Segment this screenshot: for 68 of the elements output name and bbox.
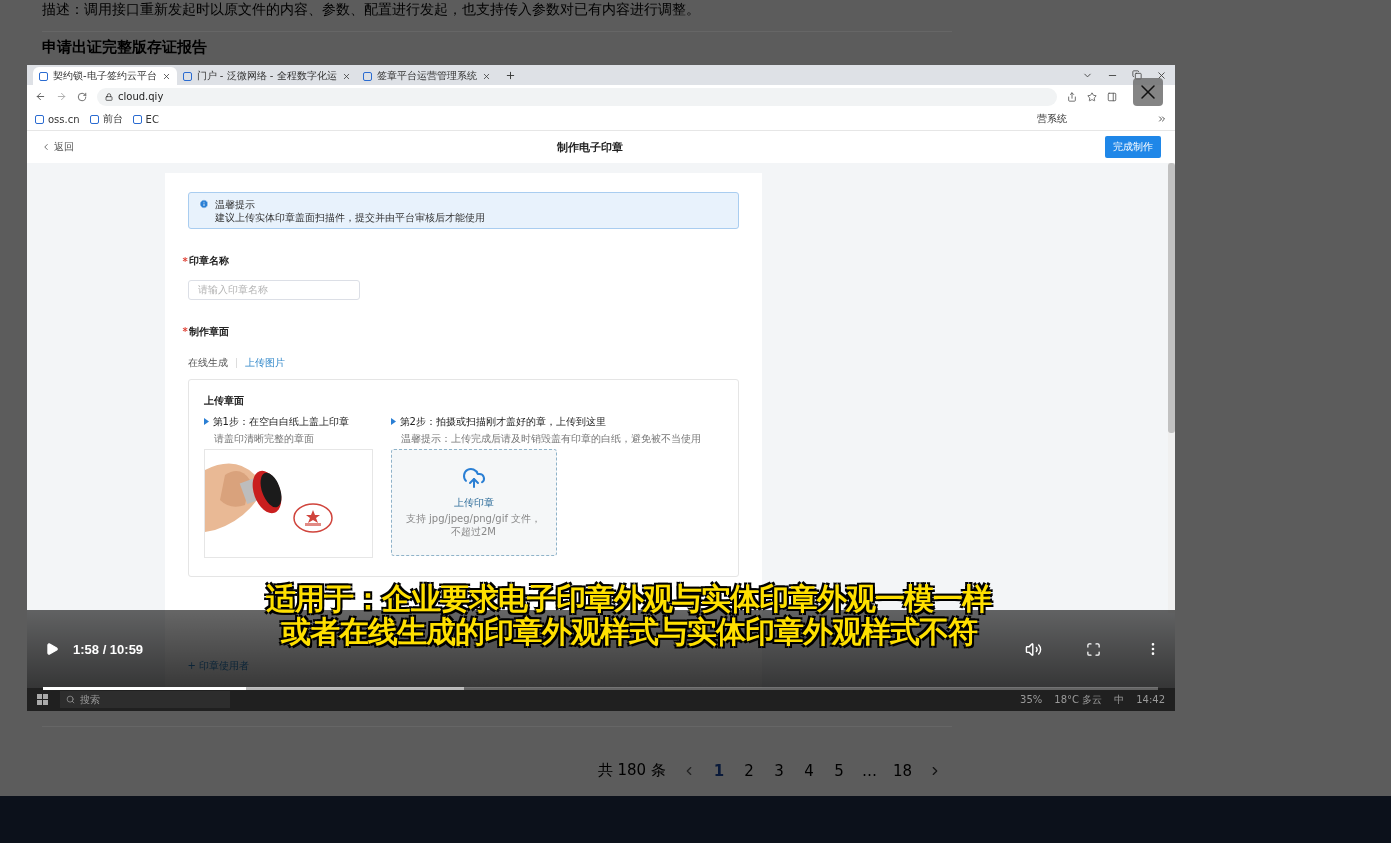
field-label: 制作章面 bbox=[188, 324, 229, 339]
page-link[interactable]: … bbox=[861, 761, 877, 780]
taskbar-search[interactable]: 搜索 bbox=[60, 691, 230, 708]
browser-tab[interactable]: 签章平台运营管理系统 bbox=[356, 67, 497, 85]
volume-icon[interactable] bbox=[1025, 640, 1042, 658]
page-link[interactable]: 3 bbox=[771, 761, 786, 780]
reload-icon[interactable] bbox=[77, 91, 87, 102]
new-tab-icon[interactable] bbox=[504, 69, 516, 81]
mode-tab[interactable]: 上传图片 bbox=[244, 355, 285, 370]
upload-dropzone[interactable]: 上传印章 支持 jpg/jpeg/png/gif 文件，不超过2M bbox=[390, 448, 557, 556]
required-mark: * bbox=[182, 255, 188, 267]
play-icon[interactable] bbox=[45, 642, 59, 656]
bookmark-link[interactable]: 前台 bbox=[89, 112, 123, 126]
fullscreen-icon[interactable] bbox=[1086, 641, 1101, 657]
info-icon bbox=[198, 199, 209, 209]
more-bookmarks-icon[interactable] bbox=[1157, 114, 1167, 124]
restore-icon[interactable] bbox=[1132, 69, 1142, 80]
browser-tab[interactable]: 契约锁-电子签约云平台 bbox=[33, 67, 177, 85]
input-field[interactable]: 请输入印章名称 bbox=[187, 279, 360, 300]
side-panel-icon[interactable] bbox=[1107, 91, 1117, 102]
page-link[interactable]: 5 bbox=[831, 761, 846, 780]
time-display: 1:58 / 10:59 bbox=[73, 641, 144, 657]
step-hint: 温馨提示：上传完成后请及时销毁盖有印章的白纸，避免被不当使用 bbox=[400, 431, 701, 446]
close-icon[interactable] bbox=[1156, 69, 1167, 81]
section-heading: 申请出证完整版存证报告 bbox=[42, 39, 208, 56]
page-link[interactable]: 2 bbox=[741, 761, 756, 780]
cloud-upload-icon bbox=[461, 466, 486, 490]
page-link[interactable]: 18 bbox=[892, 761, 912, 780]
step-hint: 请盖印清晰完整的章面 bbox=[213, 431, 315, 446]
tab-close-icon[interactable] bbox=[161, 71, 171, 81]
notice-text: 建议上传实体印章盖面扫描件，提交并由平台审核后才能使用 bbox=[214, 212, 485, 224]
back-icon[interactable] bbox=[35, 91, 46, 102]
total-count: 共 180 条 bbox=[597, 761, 666, 780]
mode-tab[interactable]: 在线生成 bbox=[187, 355, 228, 370]
page-link[interactable]: 4 bbox=[801, 761, 816, 780]
bookmark-star-icon[interactable] bbox=[1087, 91, 1097, 102]
description-text: 描述：调用接口重新发起时以原文件的内容、参数、配置进行发起，也支持传入参数对已有内容进行调整。 bbox=[42, 1, 701, 19]
scrollbar[interactable] bbox=[1168, 163, 1175, 613]
windows-icon[interactable] bbox=[37, 694, 48, 705]
search-icon bbox=[66, 695, 75, 704]
tab-close-icon[interactable] bbox=[341, 71, 351, 81]
required-mark: * bbox=[182, 326, 188, 337]
close-button[interactable] bbox=[1133, 78, 1163, 106]
triangle-icon bbox=[390, 418, 396, 425]
chevron-left-icon bbox=[41, 142, 51, 152]
browser-tab[interactable]: 门户 - 泛微网络 - 全程数字化运 bbox=[176, 67, 357, 85]
bookmark-link[interactable]: 营系统 bbox=[1037, 112, 1067, 126]
page-title: 制作电子印章 bbox=[555, 139, 624, 155]
tab-close-icon[interactable] bbox=[481, 71, 491, 81]
tray-text: 14:42 bbox=[1136, 694, 1165, 705]
panel-title: 上传章面 bbox=[203, 393, 245, 408]
triangle-icon bbox=[203, 418, 209, 425]
notice-title: 温馨提示 bbox=[214, 199, 256, 211]
step-title: 第2步：拍摄或扫描刚才盖好的章，上传到这里 bbox=[399, 414, 606, 429]
finish-button[interactable]: 完成制作 bbox=[1105, 136, 1161, 158]
tray-text: 18°C 多云 bbox=[1054, 692, 1103, 707]
progress-bar[interactable] bbox=[43, 687, 1158, 690]
share-icon[interactable] bbox=[1067, 91, 1077, 102]
tray-text: 中 bbox=[1114, 692, 1125, 707]
tray-text: 35% bbox=[1020, 694, 1043, 705]
bookmark-link[interactable]: oss.cn bbox=[35, 113, 80, 125]
back-link[interactable]: 返回 bbox=[41, 140, 74, 154]
step-title: 第1步：在空白白纸上盖上印章 bbox=[212, 414, 349, 429]
bookmark-link[interactable]: EC bbox=[132, 113, 159, 125]
address-bar[interactable]: cloud.qiy bbox=[97, 87, 1057, 106]
subtitle-line: 适用于：企业要求电子印章外观与实体印章外观一模一样 bbox=[266, 582, 991, 615]
subtitle-line: 或者在线生成的印章外观样式与实体印章外观样式不符 bbox=[280, 615, 977, 648]
field-label: 印章名称 bbox=[188, 254, 229, 268]
